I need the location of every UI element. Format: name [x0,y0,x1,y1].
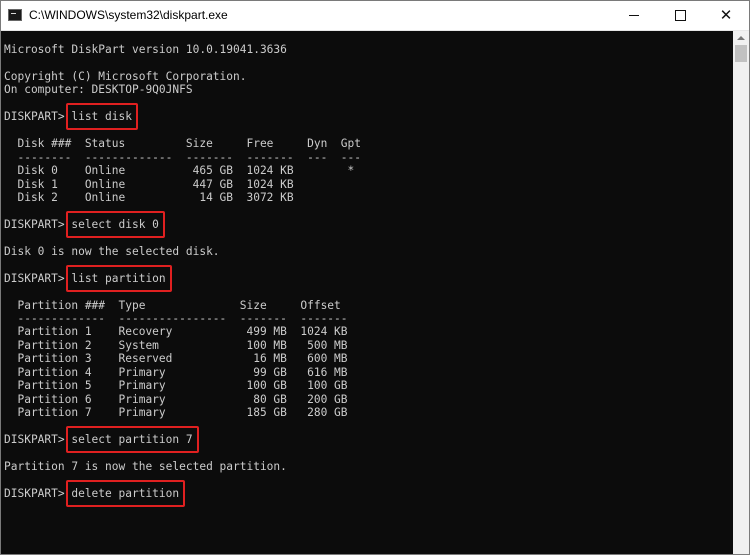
console-line: Partition 4 Primary 99 GB 616 MB [4,365,348,379]
vertical-scrollbar[interactable] [733,31,749,554]
console-line: Partition 1 Recovery 499 MB 1024 KB [4,325,348,339]
console-line: Disk 1 Online 447 GB 1024 KB [4,177,294,191]
scroll-up-button[interactable] [733,31,749,45]
command-highlight-box [66,210,165,238]
console-line: Disk 0 is now the selected disk. [4,244,220,258]
close-button[interactable]: ✕ [703,1,749,30]
console-line: On computer: DESKTOP-9Q0JNFS [4,83,193,97]
scroll-thumb[interactable] [735,45,747,62]
command-highlight-box [66,264,172,292]
close-icon: ✕ [719,6,733,24]
maximize-button[interactable] [657,1,703,30]
window-title: C:\WINDOWS\system32\diskpart.exe [29,8,228,22]
console-line: Partition 7 Primary 185 GB 280 GB [4,406,348,420]
console-line: Disk 0 Online 465 GB 1024 KB * [4,164,355,178]
console-app-icon[interactable] [8,9,22,21]
maximize-icon [674,10,686,21]
command-highlight-box [66,426,199,454]
console-line: Partition 3 Reserved 16 MB 600 MB [4,352,348,366]
console-line: Disk 2 Online 14 GB 3072 KB [4,190,294,204]
command-highlight-box [66,103,138,131]
minimize-button[interactable] [611,1,657,30]
console-line: Partition 7 is now the selected partitio… [4,459,287,473]
console-line: -------- ------------- ------- ------- -… [4,150,361,164]
console-line: Microsoft DiskPart version 10.0.19041.36… [4,43,287,56]
console-line: Partition 6 Primary 80 GB 200 GB [4,392,348,406]
minimize-icon [629,15,639,16]
command-highlight-box [66,479,186,507]
console-line: Copyright (C) Microsoft Corporation. [4,69,247,83]
console-line: ------------- ---------------- ------- -… [4,312,348,325]
console-line: Partition 5 Primary 100 GB 100 GB [4,379,348,393]
title-bar[interactable]: C:\WINDOWS\system32\diskpart.exe ✕ [1,1,749,31]
console-line: Partition ### Type Size Offset [4,298,341,312]
console-output[interactable]: Microsoft DiskPart version 10.0.19041.36… [1,31,733,554]
console-line: Partition 2 System 100 MB 500 MB [4,338,348,352]
diskpart-window: C:\WINDOWS\system32\diskpart.exe ✕ Micro… [0,0,750,555]
console-line: Disk ### Status Size Free Dyn Gpt [4,137,361,151]
chevron-up-icon [737,36,745,40]
